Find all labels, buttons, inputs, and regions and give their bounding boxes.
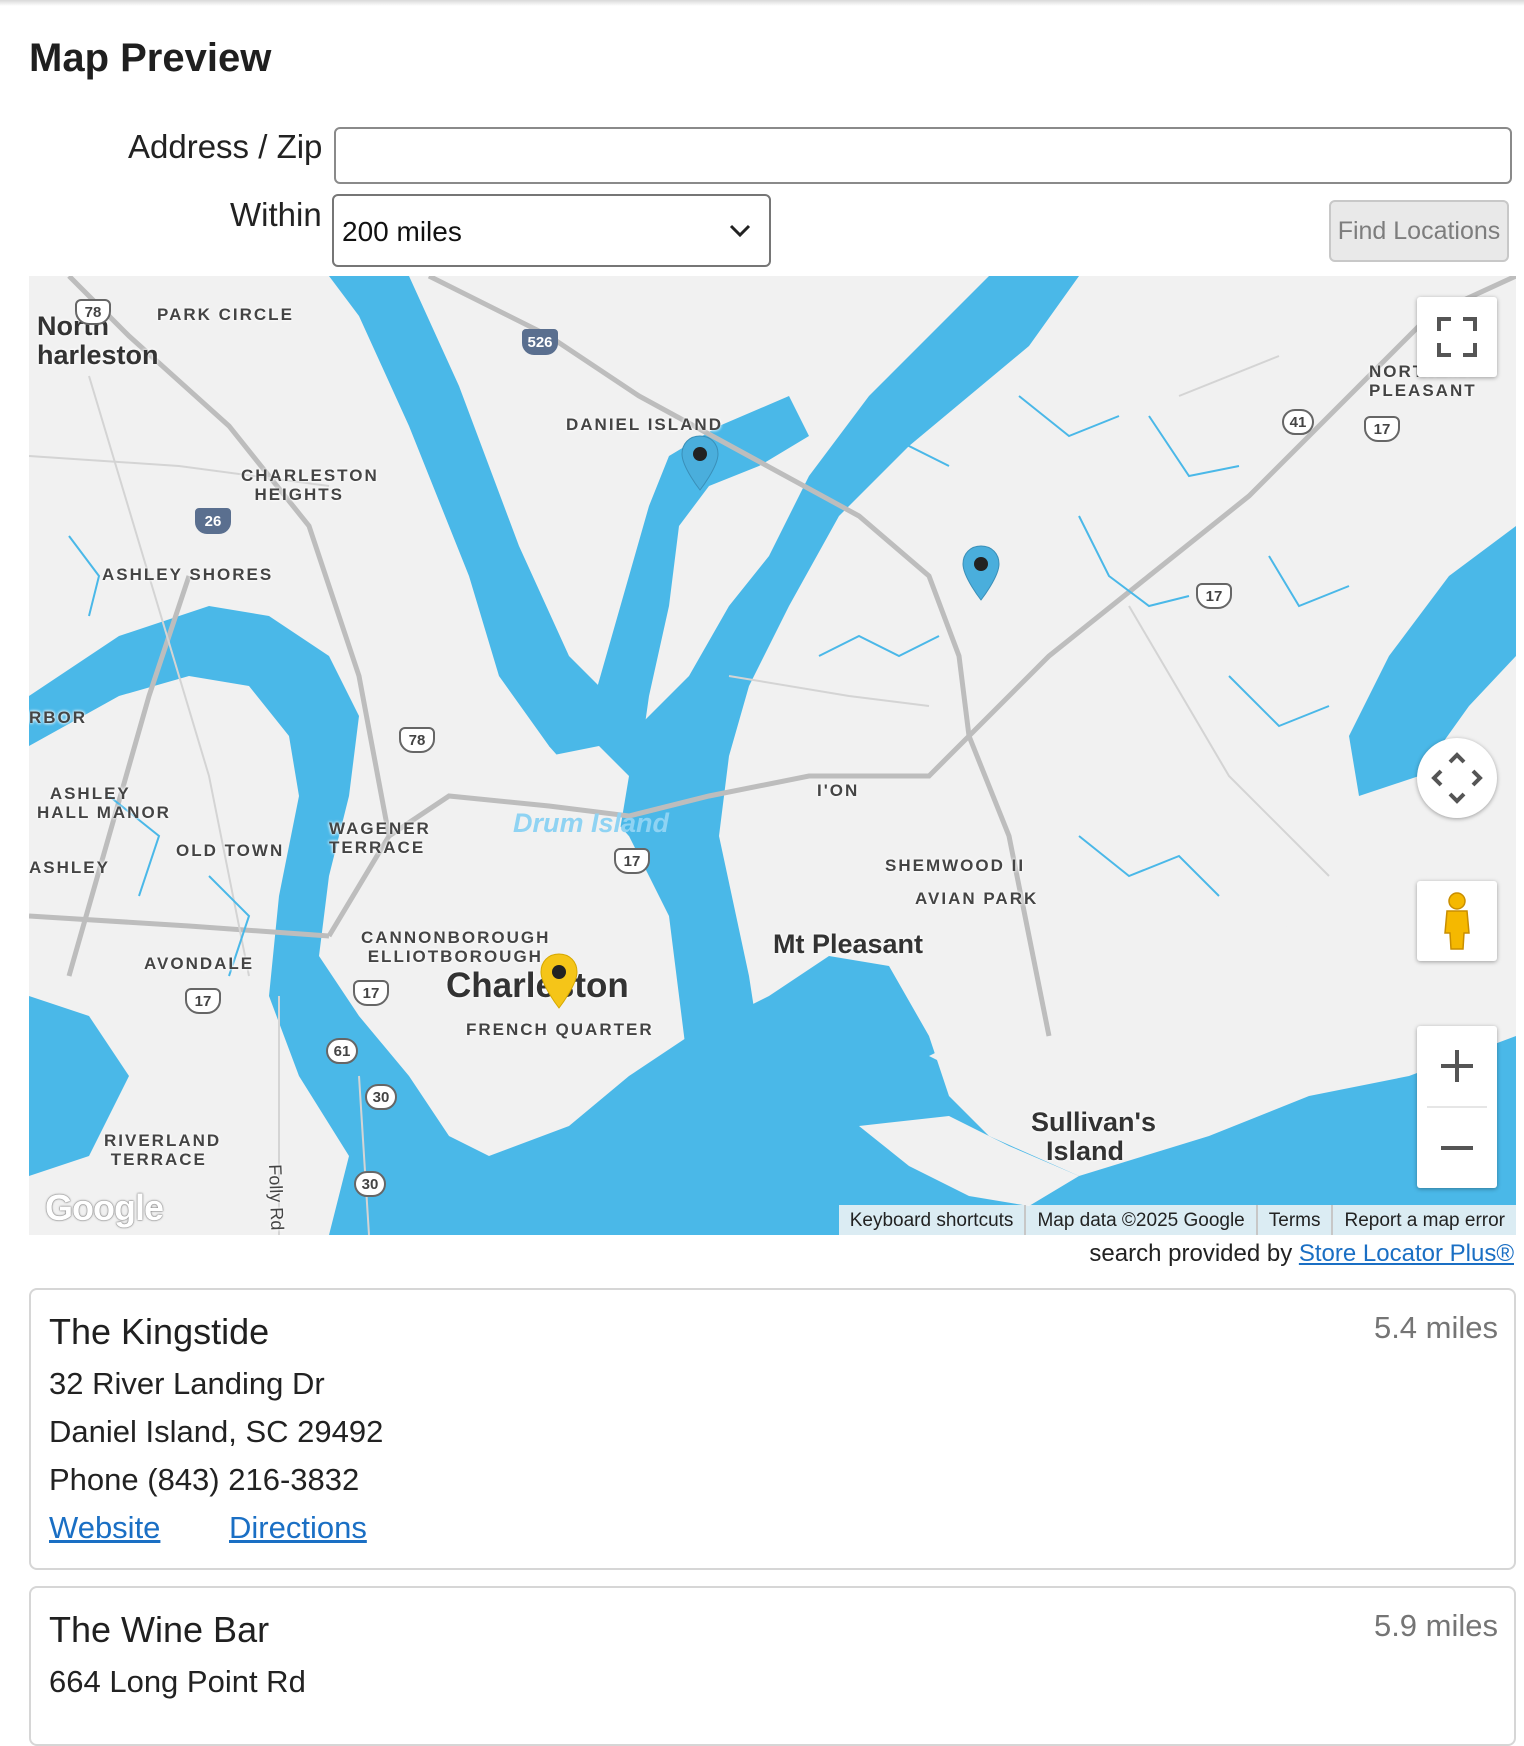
result-card: The Wine Bar 5.9 miles 664 Long Point Rd — [29, 1586, 1516, 1746]
terms-link[interactable]: Terms — [1255, 1205, 1332, 1235]
address-label: Address / Zip — [128, 128, 323, 165]
route-shield: 41 — [1282, 409, 1314, 435]
radius-select[interactable]: 200 miles — [332, 194, 771, 267]
map-camera-control[interactable] — [1417, 738, 1497, 818]
label-mt-pleasant: Mt Pleasant — [773, 929, 924, 959]
zoom-control — [1417, 1026, 1497, 1188]
route-shield: 17 — [614, 848, 650, 874]
center-marker[interactable] — [539, 952, 579, 1012]
find-locations-button[interactable]: Find Locations — [1329, 200, 1509, 262]
route-shield: 17 — [353, 980, 389, 1006]
route-shield: 30 — [354, 1171, 386, 1197]
label-avian-park: AVIAN PARK — [915, 889, 1039, 908]
label-daniel-island: DANIEL ISLAND — [566, 415, 723, 434]
label-riverland-terrace: RIVERLAND TERRACE — [104, 1131, 222, 1169]
label-park-circle: PARK CIRCLE — [157, 305, 294, 324]
provided-prefix: search provided by — [1089, 1240, 1293, 1267]
report-error-link[interactable]: Report a map error — [1331, 1205, 1516, 1235]
chevron-down-icon — [729, 224, 751, 238]
result-name: The Wine Bar — [49, 1609, 270, 1650]
google-logo: Google — [45, 1187, 164, 1228]
radius-select-value: 200 miles — [342, 216, 462, 247]
top-shadow — [0, 0, 1524, 6]
fullscreen-button[interactable] — [1417, 297, 1497, 377]
zoom-out-button[interactable] — [1417, 1108, 1497, 1188]
directions-link[interactable]: Directions — [229, 1510, 367, 1546]
map-attribution: Keyboard shortcuts Map data ©2025 Google… — [838, 1205, 1516, 1235]
label-avondale: AVONDALE — [144, 954, 255, 973]
store-locator-plus-link[interactable]: Store Locator Plus® — [1299, 1240, 1514, 1267]
pegman-icon — [1444, 892, 1470, 950]
street-view-pegman[interactable] — [1417, 881, 1497, 961]
label-ashley-shores: ASHLEY SHORES — [102, 565, 274, 584]
result-address-line1: 664 Long Point Rd — [49, 1664, 306, 1699]
keyboard-shortcuts-link[interactable]: Keyboard shortcuts — [839, 1205, 1025, 1235]
label-arbor: RBOR — [29, 708, 88, 727]
route-shield: 30 — [365, 1084, 397, 1110]
move-arrows-icon — [1431, 752, 1483, 804]
label-ashley: ASHLEY — [29, 858, 110, 877]
label-shemwood: SHEMWOOD II — [885, 856, 1026, 875]
label-sullivans-island: Sullivan's Island — [1031, 1107, 1156, 1166]
route-shield: 17 — [185, 988, 221, 1014]
result-phone: Phone (843) 216-3832 — [49, 1462, 360, 1497]
label-ion: I'ON — [817, 781, 860, 800]
result-name: The Kingstide — [49, 1311, 270, 1352]
label-french-quarter: FRENCH QUARTER — [466, 1020, 654, 1039]
website-link[interactable]: Website — [49, 1510, 160, 1546]
minus-icon — [1441, 1146, 1473, 1150]
page-title: Map Preview — [29, 36, 272, 80]
result-address-line2: Daniel Island, SC 29492 — [49, 1414, 384, 1449]
address-input[interactable] — [334, 127, 1512, 184]
location-marker[interactable] — [961, 544, 1001, 604]
label-ashley-hall-manor: ASHLEY HALL MANOR — [37, 784, 171, 822]
zoom-in-button[interactable] — [1417, 1026, 1497, 1106]
route-shield: 26 — [195, 508, 231, 534]
label-folly-rd: Folly Rd — [265, 1163, 288, 1231]
route-shield: 526 — [522, 329, 558, 355]
location-marker[interactable] — [680, 434, 720, 494]
search-provided-by: search provided by Store Locator Plus® — [1089, 1240, 1514, 1268]
fullscreen-icon — [1437, 317, 1477, 357]
label-cannonborough: CANNONBOROUGH ELLIOTBOROUGH — [361, 928, 551, 966]
label-charleston: Charleston — [446, 966, 629, 1005]
within-label: Within — [230, 196, 322, 233]
result-distance: 5.4 miles — [1373, 1310, 1498, 1345]
map[interactable]: North harleston PARK CIRCLE DANIEL ISLAN… — [29, 276, 1516, 1235]
route-shield: 17 — [1364, 416, 1400, 442]
result-address-line1: 32 River Landing Dr — [49, 1366, 325, 1401]
label-old-town: OLD TOWN — [176, 841, 285, 860]
route-shield: 61 — [326, 1038, 358, 1064]
route-shield: 78 — [75, 299, 111, 325]
result-card: The Kingstide 5.4 miles 32 River Landing… — [29, 1288, 1516, 1570]
route-shield: 17 — [1196, 583, 1232, 609]
label-charleston-heights: CHARLESTON HEIGHTS — [241, 466, 379, 504]
plus-icon — [1441, 1050, 1473, 1082]
route-shield: 78 — [399, 727, 435, 753]
result-distance: 5.9 miles — [1373, 1608, 1498, 1643]
label-drum-island: Drum Island — [513, 808, 670, 838]
map-data-text: Map data ©2025 Google — [1024, 1205, 1255, 1235]
label-wagener-terrace: WAGENER TERRACE — [329, 819, 431, 857]
